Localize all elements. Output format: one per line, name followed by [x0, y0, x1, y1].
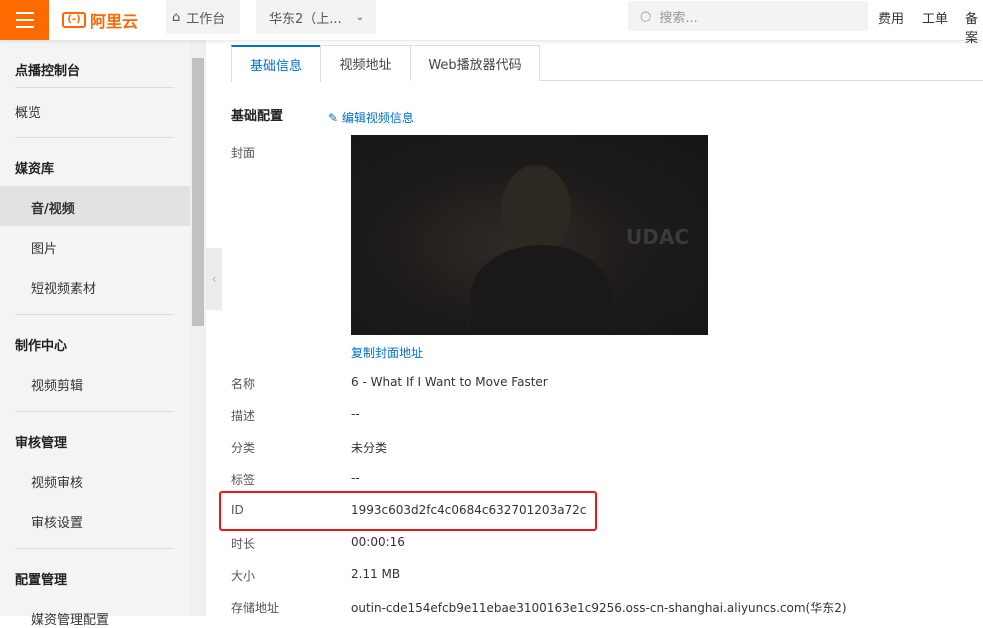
field-label-description: 描述: [231, 409, 256, 423]
sidebar-item-short-video[interactable]: 短视频素材: [31, 278, 96, 297]
field-value-description: --: [351, 407, 360, 421]
field-value-size: 2.11 MB: [351, 567, 401, 581]
sidebar-item-audio-video[interactable]: 音/视频: [31, 198, 75, 217]
chevron-left-icon: ‹: [211, 272, 217, 286]
sidebar: 点播控制台 概览 媒资库 音/视频 图片 短视频素材 制作中心 视频剪辑 审核管…: [0, 40, 190, 628]
tab-basic-info[interactable]: 基础信息: [231, 45, 321, 82]
aliyun-logo[interactable]: (-) 阿里云: [62, 8, 138, 32]
sidebar-group-production: 制作中心: [15, 339, 68, 354]
field-value-name: 6 - What If I Want to Move Faster: [351, 375, 548, 389]
sidebar-item-video-audit[interactable]: 视频审核: [31, 472, 83, 491]
sidebar-item-audit-settings[interactable]: 审核设置: [31, 512, 83, 531]
region-select[interactable]: 华东2（上... ⌄: [256, 0, 376, 34]
sidebar-scrollbar[interactable]: [190, 40, 206, 616]
field-value-id: 1993c603d2fc4c0684c632701203a72c: [351, 503, 587, 517]
workbench-button[interactable]: ⌂ 工作台: [166, 0, 240, 34]
section-title: 基础配置: [231, 109, 284, 124]
sidebar-item-images[interactable]: 图片: [31, 238, 57, 257]
field-label-name: 名称: [231, 377, 256, 391]
chevron-down-icon: ⌄: [355, 11, 365, 23]
sidebar-group-media: 媒资库: [15, 162, 55, 177]
sidebar-item-overview[interactable]: 概览: [15, 102, 41, 121]
field-value-tags: --: [351, 471, 360, 485]
field-value-category: 未分类: [351, 441, 388, 455]
field-label-size: 大小: [231, 569, 256, 583]
sidebar-title: 点播控制台: [15, 64, 81, 79]
collapse-sidebar-button[interactable]: ‹: [206, 248, 222, 310]
search-input[interactable]: ○ 搜索...: [628, 1, 868, 31]
top-bar: (-) 阿里云 ⌂ 工作台 华东2（上... ⌄ ○ 搜索... 费用 工单 备案: [0, 0, 983, 46]
tab-web-player-code[interactable]: Web播放器代码: [410, 45, 540, 81]
field-value-storage: outin-cde154efcb9e11ebae3100163e1c9256.o…: [351, 601, 847, 615]
field-label-tags: 标签: [231, 473, 256, 487]
billing-link[interactable]: 费用: [878, 8, 904, 27]
sidebar-item-media-config[interactable]: 媒资管理配置: [31, 609, 109, 628]
tab-bar: 基础信息 视频地址 Web播放器代码: [231, 45, 983, 82]
sidebar-item-selected-bg: [0, 186, 190, 226]
cover-label: 封面: [231, 146, 256, 160]
pencil-icon: ✎: [328, 111, 339, 125]
field-value-duration: 00:00:16: [351, 535, 405, 549]
search-icon: ○: [640, 8, 652, 24]
icp-link[interactable]: 备案: [965, 8, 983, 46]
cover-image: UDAC: [351, 135, 708, 335]
sidebar-group-config: 配置管理: [15, 573, 68, 588]
field-label-category: 分类: [231, 441, 256, 455]
home-icon: ⌂: [172, 9, 181, 25]
copy-cover-url-link[interactable]: 复制封面地址: [351, 344, 423, 361]
scrollbar-thumb[interactable]: [192, 58, 204, 326]
field-label-storage: 存储地址: [231, 601, 280, 615]
hamburger-icon: [15, 12, 34, 14]
field-label-duration: 时长: [231, 537, 256, 551]
ticket-link[interactable]: 工单: [922, 8, 948, 27]
sidebar-group-audit: 审核管理: [15, 436, 68, 451]
menu-button[interactable]: [0, 0, 49, 40]
tab-video-address[interactable]: 视频地址: [320, 45, 411, 81]
sidebar-item-video-edit[interactable]: 视频剪辑: [31, 375, 83, 394]
field-label-id: ID: [231, 503, 244, 517]
edit-video-info-link[interactable]: ✎ 编辑视频信息: [328, 109, 414, 126]
